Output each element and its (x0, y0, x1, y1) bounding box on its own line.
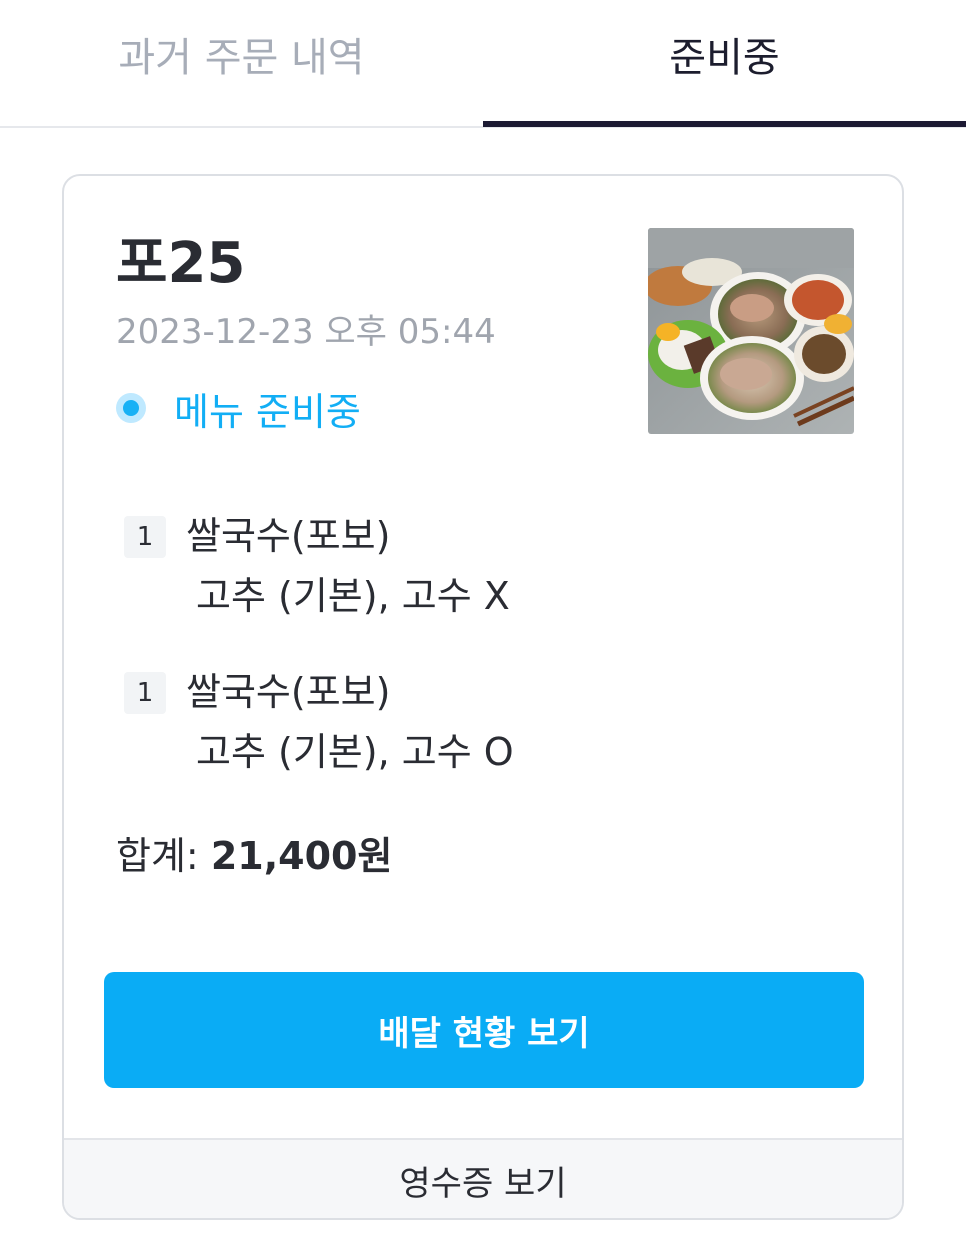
tab-preparing[interactable]: 준비중 (483, 0, 966, 126)
order-date: 2023-12-23 오후 05:44 (116, 312, 496, 352)
order-status: 메뉴 준비중 (116, 384, 361, 434)
item-options: 고추 (기본), 고수 X (196, 574, 510, 618)
view-receipt-button[interactable]: 영수증 보기 (64, 1138, 902, 1218)
item-quantity: 1 (124, 672, 166, 714)
order-tabs: 과거 주문 내역 준비중 (0, 0, 966, 128)
tab-past-orders[interactable]: 과거 주문 내역 (0, 0, 483, 126)
status-dot-icon (116, 393, 146, 423)
item-options: 고추 (기본), 고수 O (196, 730, 514, 774)
active-tab-indicator (483, 121, 966, 127)
store-thumbnail[interactable] (648, 228, 854, 434)
view-delivery-status-button[interactable]: 배달 현황 보기 (104, 972, 864, 1088)
order-total: 합계: 21,400원 (116, 832, 392, 880)
item-quantity: 1 (124, 516, 166, 558)
food-photo-image (648, 228, 854, 434)
total-label: 합계: (116, 834, 211, 878)
status-text: 메뉴 준비중 (174, 389, 361, 434)
item-name: 쌀국수(포보) (186, 670, 391, 714)
order-card: 포25 2023-12-23 오후 05:44 메뉴 준비중 1 쌀국수(포보)… (62, 174, 904, 1220)
total-value: 21,400원 (210, 834, 393, 878)
store-name[interactable]: 포25 (116, 232, 245, 296)
item-name: 쌀국수(포보) (186, 514, 391, 558)
